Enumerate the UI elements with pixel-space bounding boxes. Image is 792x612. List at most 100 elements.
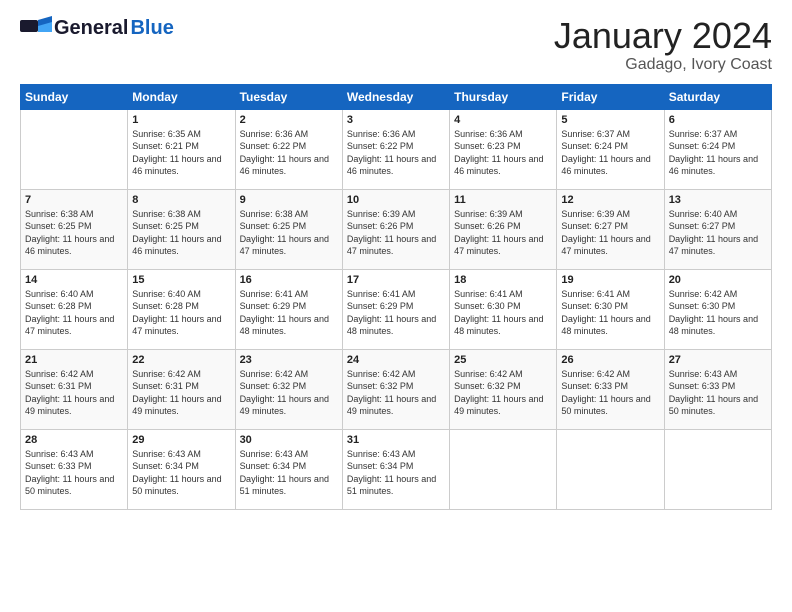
day-number: 12	[561, 194, 659, 206]
day-number: 2	[240, 114, 338, 126]
calendar-cell: 26 Sunrise: 6:42 AMSunset: 6:33 PMDayligh…	[557, 349, 664, 429]
cell-info: Sunrise: 6:38 AMSunset: 6:25 PMDaylight:…	[240, 208, 338, 258]
cell-info: Sunrise: 6:41 AMSunset: 6:29 PMDaylight:…	[240, 288, 338, 338]
calendar-subtitle: Gadago, Ivory Coast	[554, 56, 772, 74]
calendar-cell	[21, 109, 128, 189]
day-number: 11	[454, 194, 552, 206]
calendar-cell: 31 Sunrise: 6:43 AMSunset: 6:34 PMDayligh…	[342, 429, 449, 509]
cell-info: Sunrise: 6:39 AMSunset: 6:27 PMDaylight:…	[561, 208, 659, 258]
day-number: 4	[454, 114, 552, 126]
calendar-cell: 23 Sunrise: 6:42 AMSunset: 6:32 PMDayligh…	[235, 349, 342, 429]
page: GeneralBlue January 2024 Gadago, Ivory C…	[0, 0, 792, 612]
cell-info: Sunrise: 6:41 AMSunset: 6:29 PMDaylight:…	[347, 288, 445, 338]
cell-info: Sunrise: 6:38 AMSunset: 6:25 PMDaylight:…	[25, 208, 123, 258]
cell-info: Sunrise: 6:35 AMSunset: 6:21 PMDaylight:…	[132, 128, 230, 178]
calendar-cell: 25 Sunrise: 6:42 AMSunset: 6:32 PMDayligh…	[450, 349, 557, 429]
weekday-header: Tuesday	[235, 84, 342, 109]
logo-blue: Blue	[130, 17, 173, 40]
day-number: 22	[132, 354, 230, 366]
cell-info: Sunrise: 6:37 AMSunset: 6:24 PMDaylight:…	[561, 128, 659, 178]
day-number: 15	[132, 274, 230, 286]
calendar-title: January 2024	[554, 16, 772, 56]
calendar-cell: 30Sunrise: 6:43 AMSunset: 6:34 PMDayligh…	[235, 429, 342, 509]
weekday-header: Saturday	[664, 84, 771, 109]
cell-info: Sunrise: 6:42 AMSunset: 6:33 PMDaylight:…	[561, 368, 659, 418]
day-number: 1	[132, 114, 230, 126]
logo: GeneralBlue	[20, 16, 174, 40]
weekday-header: Sunday	[21, 84, 128, 109]
calendar-cell: 6Sunrise: 6:37 AMSunset: 6:24 PMDaylight…	[664, 109, 771, 189]
calendar-cell: 28 Sunrise: 6:43 AMSunset: 6:33 PMDayligh…	[21, 429, 128, 509]
cell-info: Sunrise: 6:42 AMSunset: 6:32 PMDaylight:…	[240, 368, 338, 418]
calendar-cell: 5 Sunrise: 6:37 AMSunset: 6:24 PMDaylight…	[557, 109, 664, 189]
cell-info: Sunrise: 6:40 AMSunset: 6:28 PMDaylight:…	[132, 288, 230, 338]
day-number: 16	[240, 274, 338, 286]
cell-info: Sunrise: 6:36 AMSunset: 6:22 PMDaylight:…	[240, 128, 338, 178]
calendar-cell: 24Sunrise: 6:42 AMSunset: 6:32 PMDayligh…	[342, 349, 449, 429]
calendar-cell	[450, 429, 557, 509]
cell-info: Sunrise: 6:36 AMSunset: 6:23 PMDaylight:…	[454, 128, 552, 178]
day-number: 23	[240, 354, 338, 366]
cell-info: Sunrise: 6:37 AMSunset: 6:24 PMDaylight:…	[669, 128, 767, 178]
calendar-cell: 14 Sunrise: 6:40 AMSunset: 6:28 PMDayligh…	[21, 269, 128, 349]
header: GeneralBlue January 2024 Gadago, Ivory C…	[20, 16, 772, 74]
cell-info: Sunrise: 6:42 AMSunset: 6:31 PMDaylight:…	[132, 368, 230, 418]
day-number: 13	[669, 194, 767, 206]
calendar-cell: 29 Sunrise: 6:43 AMSunset: 6:34 PMDayligh…	[128, 429, 235, 509]
day-number: 5	[561, 114, 659, 126]
calendar-week-row: 7 Sunrise: 6:38 AMSunset: 6:25 PMDaylight…	[21, 189, 772, 269]
cell-info: Sunrise: 6:40 AMSunset: 6:27 PMDaylight:…	[669, 208, 767, 258]
calendar-cell: 7 Sunrise: 6:38 AMSunset: 6:25 PMDaylight…	[21, 189, 128, 269]
day-number: 31	[347, 434, 445, 446]
cell-info: Sunrise: 6:43 AMSunset: 6:34 PMDaylight:…	[240, 448, 338, 498]
calendar-cell: 3Sunrise: 6:36 AMSunset: 6:22 PMDaylight…	[342, 109, 449, 189]
cell-info: Sunrise: 6:36 AMSunset: 6:22 PMDaylight:…	[347, 128, 445, 178]
calendar-cell: 4 Sunrise: 6:36 AMSunset: 6:23 PMDaylight…	[450, 109, 557, 189]
cell-info: Sunrise: 6:43 AMSunset: 6:34 PMDaylight:…	[132, 448, 230, 498]
calendar-week-row: 14 Sunrise: 6:40 AMSunset: 6:28 PMDayligh…	[21, 269, 772, 349]
cell-info: Sunrise: 6:42 AMSunset: 6:32 PMDaylight:…	[454, 368, 552, 418]
day-number: 9	[240, 194, 338, 206]
calendar-cell: 27 Sunrise: 6:43 AMSunset: 6:33 PMDayligh…	[664, 349, 771, 429]
cell-info: Sunrise: 6:39 AMSunset: 6:26 PMDaylight:…	[347, 208, 445, 258]
calendar-cell: 19Sunrise: 6:41 AMSunset: 6:30 PMDayligh…	[557, 269, 664, 349]
calendar-cell: 2 Sunrise: 6:36 AMSunset: 6:22 PMDaylight…	[235, 109, 342, 189]
day-number: 29	[132, 434, 230, 446]
calendar-week-row: 21 Sunrise: 6:42 AMSunset: 6:31 PMDayligh…	[21, 349, 772, 429]
calendar-cell	[664, 429, 771, 509]
calendar-cell: 13 Sunrise: 6:40 AMSunset: 6:27 PMDayligh…	[664, 189, 771, 269]
calendar-table: SundayMondayTuesdayWednesdayThursdayFrid…	[20, 84, 772, 510]
cell-info: Sunrise: 6:42 AMSunset: 6:31 PMDaylight:…	[25, 368, 123, 418]
calendar-week-row: 28 Sunrise: 6:43 AMSunset: 6:33 PMDayligh…	[21, 429, 772, 509]
calendar-cell: 16 Sunrise: 6:41 AMSunset: 6:29 PMDayligh…	[235, 269, 342, 349]
calendar-cell: 10 Sunrise: 6:39 AMSunset: 6:26 PMDayligh…	[342, 189, 449, 269]
day-number: 7	[25, 194, 123, 206]
cell-info: Sunrise: 6:40 AMSunset: 6:28 PMDaylight:…	[25, 288, 123, 338]
day-number: 14	[25, 274, 123, 286]
cell-info: Sunrise: 6:43 AMSunset: 6:33 PMDaylight:…	[669, 368, 767, 418]
calendar-cell: 11 Sunrise: 6:39 AMSunset: 6:26 PMDayligh…	[450, 189, 557, 269]
calendar-cell: 17Sunrise: 6:41 AMSunset: 6:29 PMDayligh…	[342, 269, 449, 349]
cell-info: Sunrise: 6:39 AMSunset: 6:26 PMDaylight:…	[454, 208, 552, 258]
cell-info: Sunrise: 6:41 AMSunset: 6:30 PMDaylight:…	[561, 288, 659, 338]
calendar-week-row: 1 Sunrise: 6:35 AMSunset: 6:21 PMDaylight…	[21, 109, 772, 189]
title-block: January 2024 Gadago, Ivory Coast	[554, 16, 772, 74]
day-number: 25	[454, 354, 552, 366]
day-number: 10	[347, 194, 445, 206]
calendar-cell: 18Sunrise: 6:41 AMSunset: 6:30 PMDayligh…	[450, 269, 557, 349]
day-number: 24	[347, 354, 445, 366]
calendar-cell: 9 Sunrise: 6:38 AMSunset: 6:25 PMDaylight…	[235, 189, 342, 269]
day-number: 21	[25, 354, 123, 366]
logo-icon	[20, 16, 52, 40]
calendar-cell: 8Sunrise: 6:38 AMSunset: 6:25 PMDaylight…	[128, 189, 235, 269]
calendar-cell: 1 Sunrise: 6:35 AMSunset: 6:21 PMDaylight…	[128, 109, 235, 189]
day-number: 27	[669, 354, 767, 366]
calendar-cell	[557, 429, 664, 509]
day-number: 26	[561, 354, 659, 366]
day-number: 20	[669, 274, 767, 286]
cell-info: Sunrise: 6:43 AMSunset: 6:33 PMDaylight:…	[25, 448, 123, 498]
calendar-cell: 15 Sunrise: 6:40 AMSunset: 6:28 PMDayligh…	[128, 269, 235, 349]
cell-info: Sunrise: 6:43 AMSunset: 6:34 PMDaylight:…	[347, 448, 445, 498]
day-number: 28	[25, 434, 123, 446]
cell-info: Sunrise: 6:41 AMSunset: 6:30 PMDaylight:…	[454, 288, 552, 338]
